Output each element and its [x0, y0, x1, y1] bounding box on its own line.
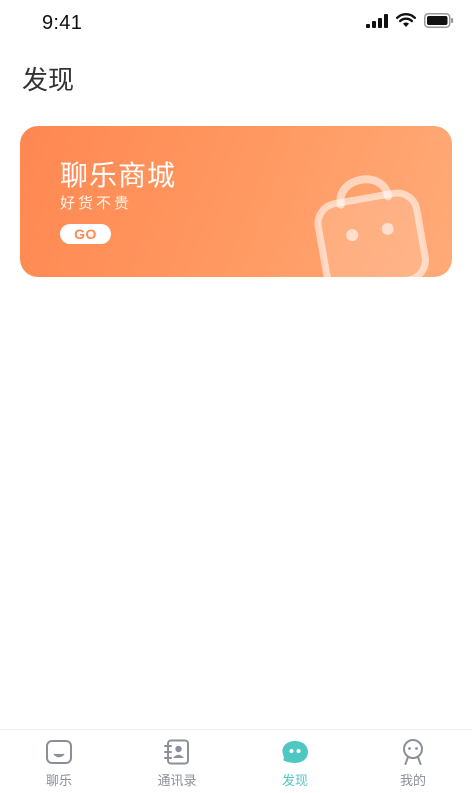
go-button[interactable]: GO: [60, 224, 111, 244]
page-title: 发现: [22, 66, 75, 96]
battery-icon: [424, 13, 454, 32]
tab-profile[interactable]: 我的: [354, 730, 472, 793]
tab-bar: 聊乐 通讯录 发现 我的: [0, 729, 472, 793]
chat-icon: [44, 738, 74, 766]
tab-contacts[interactable]: 通讯录: [118, 730, 236, 793]
tab-chat[interactable]: 聊乐: [0, 730, 118, 793]
status-icons: [366, 13, 454, 32]
tab-label: 我的: [399, 774, 426, 789]
tab-label: 发现: [281, 774, 308, 789]
discover-icon: [280, 738, 310, 766]
shopping-bag-icon: [290, 162, 450, 277]
wifi-icon: [396, 13, 416, 32]
tab-label: 聊乐: [45, 774, 72, 789]
mall-banner[interactable]: 聊乐商城 好货不贵 GO: [20, 126, 452, 277]
profile-icon: [398, 738, 428, 766]
status-bar: 9:41: [0, 0, 472, 48]
status-time: 9:41: [42, 12, 83, 34]
banner-subtitle: 好货不贵: [60, 194, 133, 212]
tab-label: 通讯录: [157, 774, 197, 789]
signal-icon: [366, 13, 388, 32]
contacts-icon: [162, 738, 192, 766]
banner-title: 聊乐商城: [60, 159, 177, 192]
tab-discover[interactable]: 发现: [236, 730, 354, 793]
